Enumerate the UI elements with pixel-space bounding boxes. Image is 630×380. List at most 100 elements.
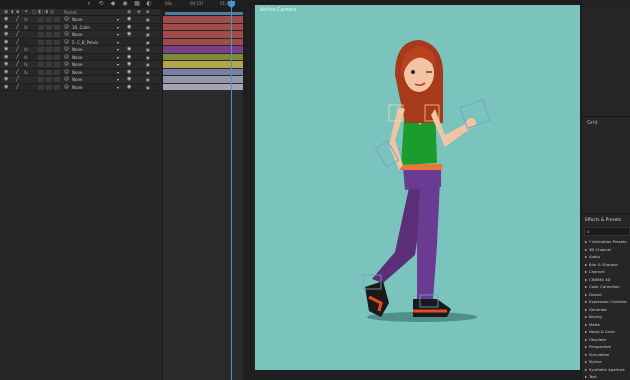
- eye-icon[interactable]: ◉: [4, 39, 10, 45]
- chevron-right-icon[interactable]: ▸: [585, 306, 587, 313]
- chevron-right-icon[interactable]: ▸: [585, 238, 587, 245]
- effects-category-item[interactable]: ▸ Audio: [585, 253, 630, 261]
- chevron-right-icon[interactable]: ▸: [585, 373, 587, 380]
- pick-whip-icon[interactable]: @: [64, 32, 69, 37]
- chevron-right-icon[interactable]: ▸: [585, 313, 587, 320]
- parent-select[interactable]: None: [72, 54, 82, 61]
- switch-box[interactable]: [38, 54, 44, 60]
- eye-icon[interactable]: ◉: [4, 69, 10, 75]
- search-icon[interactable]: ⌕: [86, 1, 92, 7]
- layer-row[interactable]: ◉ ╱ fx @ None ▾ ◉ ▣: [0, 16, 160, 24]
- eye-icon[interactable]: ◉: [4, 24, 10, 30]
- chevron-down-icon[interactable]: ▾: [117, 25, 122, 30]
- layer-row[interactable]: ◉ ╱ fx @ None ▾ ◉ ▣: [0, 46, 160, 54]
- chevron-down-icon[interactable]: ▾: [117, 62, 122, 67]
- switch-box[interactable]: [54, 84, 60, 90]
- chevron-right-icon[interactable]: ▸: [585, 336, 587, 343]
- lock-icon[interactable]: ▣: [146, 70, 151, 75]
- eye-icon[interactable]: ◉: [4, 77, 10, 82]
- pick-whip-icon[interactable]: @: [64, 84, 69, 90]
- eye-icon[interactable]: ◉: [4, 62, 10, 67]
- switch-box[interactable]: [54, 62, 60, 67]
- switch-box[interactable]: [38, 77, 44, 82]
- pick-whip-icon[interactable]: @: [64, 77, 69, 82]
- switch-box[interactable]: [54, 17, 60, 22]
- parent-select[interactable]: None: [72, 76, 82, 83]
- viewer-footer[interactable]: [253, 370, 581, 380]
- effects-category-item[interactable]: ▸ Matte: [585, 321, 630, 329]
- chevron-right-icon[interactable]: ▸: [585, 321, 587, 328]
- switch-box[interactable]: [46, 47, 52, 52]
- parent-select[interactable]: None: [72, 69, 82, 76]
- parent-select[interactable]: None: [72, 84, 82, 91]
- eye-icon[interactable]: ◉: [4, 17, 10, 22]
- eye-icon[interactable]: ◉: [127, 62, 133, 67]
- effects-category-item[interactable]: ▸ Stylize: [585, 358, 630, 366]
- switch-box[interactable]: [54, 77, 60, 82]
- parent-select[interactable]: 5. C_B_Pelvis: [72, 39, 98, 46]
- layer-row[interactable]: ◉ ╱ @ 5. C_B_Pelvis ▾ ▣: [0, 38, 160, 46]
- pick-whip-icon[interactable]: @: [64, 17, 69, 22]
- eye-icon[interactable]: ◉: [4, 47, 10, 52]
- parent-select[interactable]: None: [72, 31, 82, 38]
- switch-box[interactable]: [54, 47, 60, 52]
- motion-blur-icon[interactable]: ◐: [146, 1, 152, 7]
- switch-box[interactable]: [38, 32, 44, 37]
- eye-icon[interactable]: ◉: [4, 32, 10, 37]
- lock-icon[interactable]: ▣: [146, 32, 151, 37]
- chevron-down-icon[interactable]: ▾: [117, 55, 122, 60]
- current-time-indicator[interactable]: [231, 0, 232, 380]
- switch-box[interactable]: [38, 62, 44, 67]
- panel-divider[interactable]: [243, 0, 253, 380]
- chevron-down-icon[interactable]: ▾: [117, 70, 122, 75]
- pick-whip-icon[interactable]: @: [64, 47, 69, 52]
- switch-box[interactable]: [38, 17, 44, 22]
- work-area-bar[interactable]: [165, 12, 244, 15]
- switch-box[interactable]: [54, 24, 60, 30]
- effects-category-item[interactable]: ▸ Generate: [585, 306, 630, 314]
- effects-category-item[interactable]: ▸ Simulation: [585, 351, 630, 359]
- effects-category-item[interactable]: ▸ Perspective: [585, 343, 630, 351]
- fx-icon[interactable]: fx: [24, 55, 30, 60]
- switch-box[interactable]: [54, 69, 60, 75]
- chevron-right-icon[interactable]: ▸: [585, 358, 587, 365]
- switch-box[interactable]: [38, 69, 44, 75]
- chevron-right-icon[interactable]: ▸: [585, 283, 587, 290]
- chevron-right-icon[interactable]: ▸: [585, 261, 587, 268]
- layer-row[interactable]: ◉ ╱ @ None ▾ ◉ ▣: [0, 76, 160, 84]
- effects-category-item[interactable]: ▸ 3D Channel: [585, 246, 630, 254]
- lock-icon[interactable]: ▣: [146, 77, 151, 82]
- switch-box[interactable]: [54, 54, 60, 60]
- fx-icon[interactable]: fx: [24, 25, 30, 30]
- effects-category-item[interactable]: ▸ Color Correction: [585, 283, 630, 291]
- switch-box[interactable]: [46, 24, 52, 30]
- eye-icon[interactable]: ◉: [127, 84, 133, 90]
- effects-category-item[interactable]: ▸ CINEMA 4D: [585, 276, 630, 284]
- eye-icon[interactable]: ◉: [127, 24, 133, 30]
- draft-3d-icon[interactable]: ◆: [110, 1, 116, 7]
- lock-icon[interactable]: ▣: [146, 17, 151, 22]
- effects-category-item[interactable]: ▸ Obsolete: [585, 336, 630, 344]
- effects-category-item[interactable]: ▸ Distort: [585, 291, 630, 299]
- eye-icon[interactable]: ◉: [127, 54, 133, 60]
- frame-blending-icon[interactable]: ▦: [134, 1, 140, 7]
- layer-row[interactable]: ◉ ╱ @ None ▾ ◉ ▣: [0, 31, 160, 39]
- eye-icon[interactable]: ◉: [127, 77, 133, 82]
- layer-row[interactable]: ◉ ╱ fx @ None ▾ ◉ ▣: [0, 68, 160, 76]
- eye-icon[interactable]: ◉: [127, 69, 133, 75]
- parent-select[interactable]: None: [72, 61, 82, 68]
- switch-box[interactable]: [46, 39, 52, 45]
- fx-icon[interactable]: fx: [24, 70, 30, 75]
- timeline-tracks[interactable]: 00s 00:15f 01:0: [162, 0, 244, 380]
- lock-icon[interactable]: ▣: [146, 40, 151, 45]
- pick-whip-icon[interactable]: @: [64, 24, 69, 30]
- eye-icon[interactable]: ◉: [127, 32, 133, 37]
- chevron-right-icon[interactable]: ▸: [585, 328, 587, 335]
- chevron-down-icon[interactable]: ▾: [117, 85, 122, 90]
- effects-category-item[interactable]: ▸ Noise & Grain: [585, 328, 630, 336]
- composition-viewer[interactable]: Active Camera: [255, 5, 580, 370]
- chevron-right-icon[interactable]: ▸: [585, 351, 587, 358]
- effects-search-input[interactable]: ⌕: [584, 227, 630, 236]
- switch-box[interactable]: [46, 69, 52, 75]
- chevron-down-icon[interactable]: ▾: [117, 47, 122, 52]
